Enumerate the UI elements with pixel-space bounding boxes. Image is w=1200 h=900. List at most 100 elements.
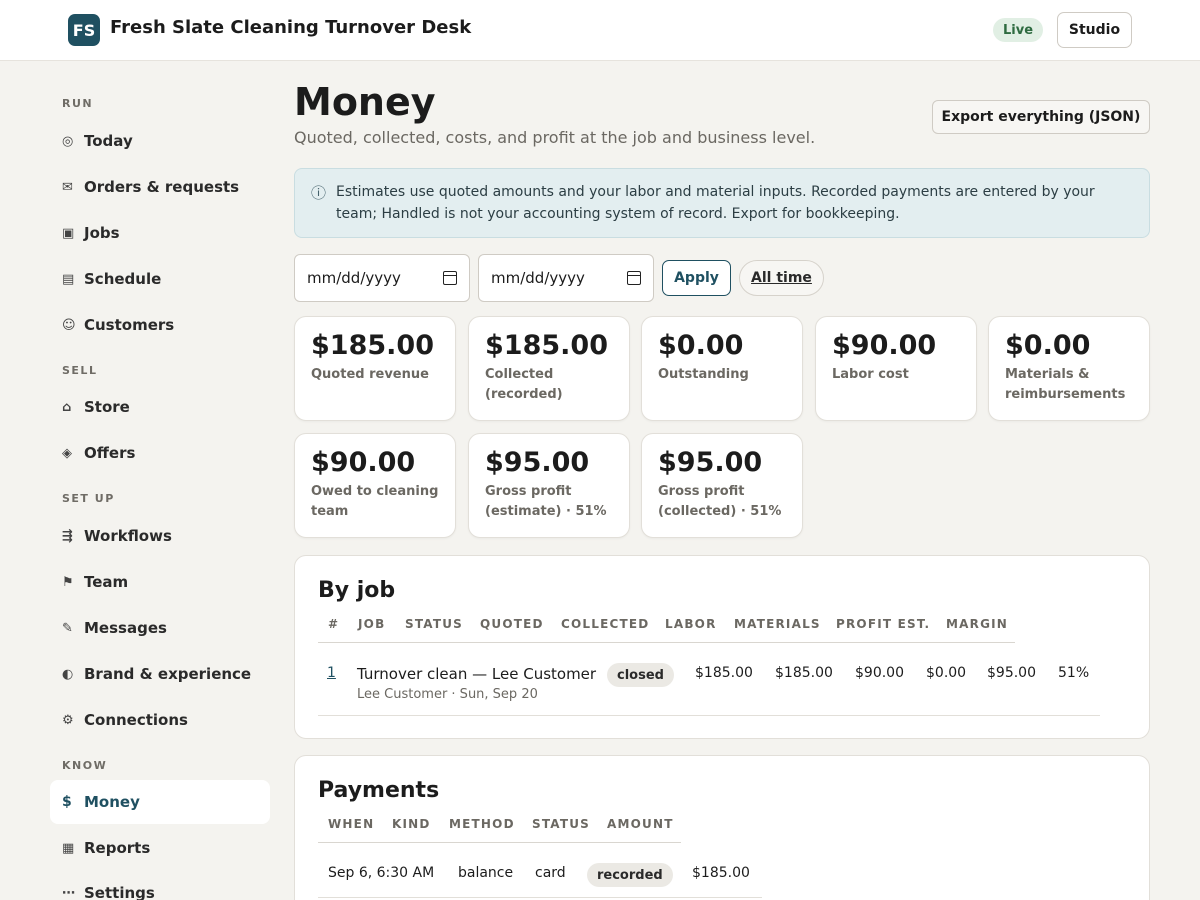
sidebar-item-label: Today <box>84 132 133 150</box>
sidebar-item-orders[interactable]: ✉ Orders & requests <box>50 165 270 209</box>
diamond-icon: ◈ <box>62 445 72 461</box>
date-to-placeholder: mm/dd/yyyy <box>491 269 585 287</box>
payments-title: Payments <box>318 778 440 803</box>
row-divider <box>318 897 762 898</box>
payments-header-row: WHEN KIND METHOD STATUS AMOUNT <box>318 811 681 843</box>
half-circle-icon: ◐ <box>62 666 74 682</box>
sidebar-item-label: Store <box>84 398 130 416</box>
col-amount: AMOUNT <box>607 817 674 831</box>
sidebar-section-run: RUN <box>62 97 94 110</box>
page-title: Money <box>294 80 436 124</box>
stat-card-outstanding: $0.00 Outstanding <box>641 316 803 421</box>
job-subline: Lee Customer · Sun, Sep 20 <box>357 687 538 702</box>
sidebar-item-label: Messages <box>84 619 167 637</box>
more-icon: ⋯ <box>62 885 75 900</box>
sidebar-section-sell: SELL <box>62 364 98 377</box>
sidebar-item-offers[interactable]: ◈ Offers <box>50 431 270 475</box>
stat-label: Owed to cleaning team <box>311 484 439 519</box>
sidebar-item-settings[interactable]: ⋯ Settings <box>50 871 270 900</box>
by-job-header-row: # JOB STATUS QUOTED COLLECTED LABOR MATE… <box>318 611 1015 643</box>
payment-when: Sep 6, 6:30 AM <box>328 865 435 881</box>
sidebar-section-know: KNOW <box>62 759 108 772</box>
stat-label: Collected (recorded) <box>485 367 563 402</box>
stat-card-quoted-revenue: $185.00 Quoted revenue <box>294 316 456 421</box>
sidebar-item-label: Customers <box>84 316 175 334</box>
sidebar-section-setup: SET UP <box>62 492 115 505</box>
house-icon: ⌂ <box>62 399 72 415</box>
stat-label: Labor cost <box>832 367 909 382</box>
sidebar-item-schedule[interactable]: ▤ Schedule <box>50 257 270 301</box>
sidebar-item-label: Brand & experience <box>84 665 252 683</box>
payments-card: Payments WHEN KIND METHOD STATUS AMOUNT … <box>294 755 1150 900</box>
col-status: STATUS <box>532 817 591 831</box>
info-icon: ⓘ <box>311 184 327 202</box>
job-profit: $95.00 <box>987 665 1036 681</box>
square-icon: ▣ <box>62 225 75 241</box>
calendar-icon[interactable] <box>627 271 641 285</box>
sidebar-item-label: Workflows <box>84 527 172 545</box>
col-job: JOB <box>358 617 386 631</box>
export-json-button[interactable]: Export everything (JSON) <box>932 100 1150 134</box>
col-status: STATUS <box>405 617 464 631</box>
col-materials: MATERIALS <box>734 617 821 631</box>
stat-value: $0.00 <box>1005 330 1091 361</box>
sidebar-item-customers[interactable]: ☺ Customers <box>50 303 270 347</box>
stat-card-labor-cost: $90.00 Labor cost <box>815 316 977 421</box>
sidebar-item-jobs[interactable]: ▣ Jobs <box>50 211 270 255</box>
job-materials: $0.00 <box>926 665 967 681</box>
stat-label: Gross profit (collected) · 51% <box>658 484 782 519</box>
app-logo[interactable]: FS <box>68 14 100 46</box>
job-name: Turnover clean — Lee Customer <box>357 665 597 683</box>
date-from-input[interactable]: mm/dd/yyyy <box>294 254 470 302</box>
sidebar-item-today[interactable]: ◎ Today <box>50 119 270 163</box>
sidebar-item-label: Offers <box>84 444 136 462</box>
live-badge: Live <box>993 18 1044 42</box>
stat-value: $90.00 <box>311 447 416 478</box>
smiley-icon: ☺ <box>62 317 76 333</box>
sidebar-item-label: Connections <box>84 711 188 729</box>
payment-amount: $185.00 <box>692 865 750 881</box>
sidebar-item-reports[interactable]: ▦ Reports <box>50 826 270 870</box>
job-number-link[interactable]: 1 <box>327 665 336 681</box>
stat-value: $185.00 <box>311 330 434 361</box>
job-labor: $90.00 <box>855 665 904 681</box>
target-icon: ◎ <box>62 133 74 149</box>
stat-label: Quoted revenue <box>311 367 429 382</box>
sidebar-item-money[interactable]: $ Money <box>50 780 270 824</box>
studio-button[interactable]: Studio <box>1057 12 1132 48</box>
sidebar-item-label: Team <box>84 573 129 591</box>
date-from-placeholder: mm/dd/yyyy <box>307 269 401 287</box>
sidebar-item-store[interactable]: ⌂ Store <box>50 385 270 429</box>
flag-icon: ⚑ <box>62 574 74 590</box>
calendar-icon: ▤ <box>62 271 75 287</box>
apply-button[interactable]: Apply <box>662 260 731 296</box>
sidebar-item-team[interactable]: ⚑ Team <box>50 560 270 604</box>
date-to-input[interactable]: mm/dd/yyyy <box>478 254 654 302</box>
sidebar-item-label: Jobs <box>84 224 120 242</box>
col-kind: KIND <box>392 817 431 831</box>
stat-value: $185.00 <box>485 330 608 361</box>
sidebar-item-label: Settings <box>84 884 155 900</box>
stat-card-gross-profit-estimate: $95.00 Gross profit (estimate) · 51% <box>468 433 630 538</box>
sidebar-item-label: Orders & requests <box>84 178 240 196</box>
row-divider <box>318 715 1100 716</box>
sidebar-item-brand[interactable]: ◐ Brand & experience <box>50 652 270 696</box>
status-badge: closed <box>607 663 674 687</box>
sidebar-item-label: Schedule <box>84 270 162 288</box>
sidebar-item-workflows[interactable]: ⇶ Workflows <box>50 514 270 558</box>
by-job-card: By job # JOB STATUS QUOTED COLLECTED LAB… <box>294 555 1150 739</box>
sidebar-item-connections[interactable]: ⚙ Connections <box>50 698 270 742</box>
col-profit: PROFIT EST. <box>836 617 931 631</box>
col-collected: COLLECTED <box>561 617 650 631</box>
stat-label: Outstanding <box>658 367 749 382</box>
status-badge: recorded <box>587 863 673 887</box>
sidebar-item-label: Reports <box>84 839 151 857</box>
calendar-icon[interactable] <box>443 271 457 285</box>
col-num: # <box>328 617 340 631</box>
by-job-title: By job <box>318 578 396 603</box>
col-method: METHOD <box>449 817 515 831</box>
sidebar-item-messages[interactable]: ✎ Messages <box>50 606 270 650</box>
all-time-button[interactable]: All time <box>739 260 824 296</box>
envelope-icon: ✉ <box>62 179 73 195</box>
workflow-icon: ⇶ <box>62 528 73 544</box>
